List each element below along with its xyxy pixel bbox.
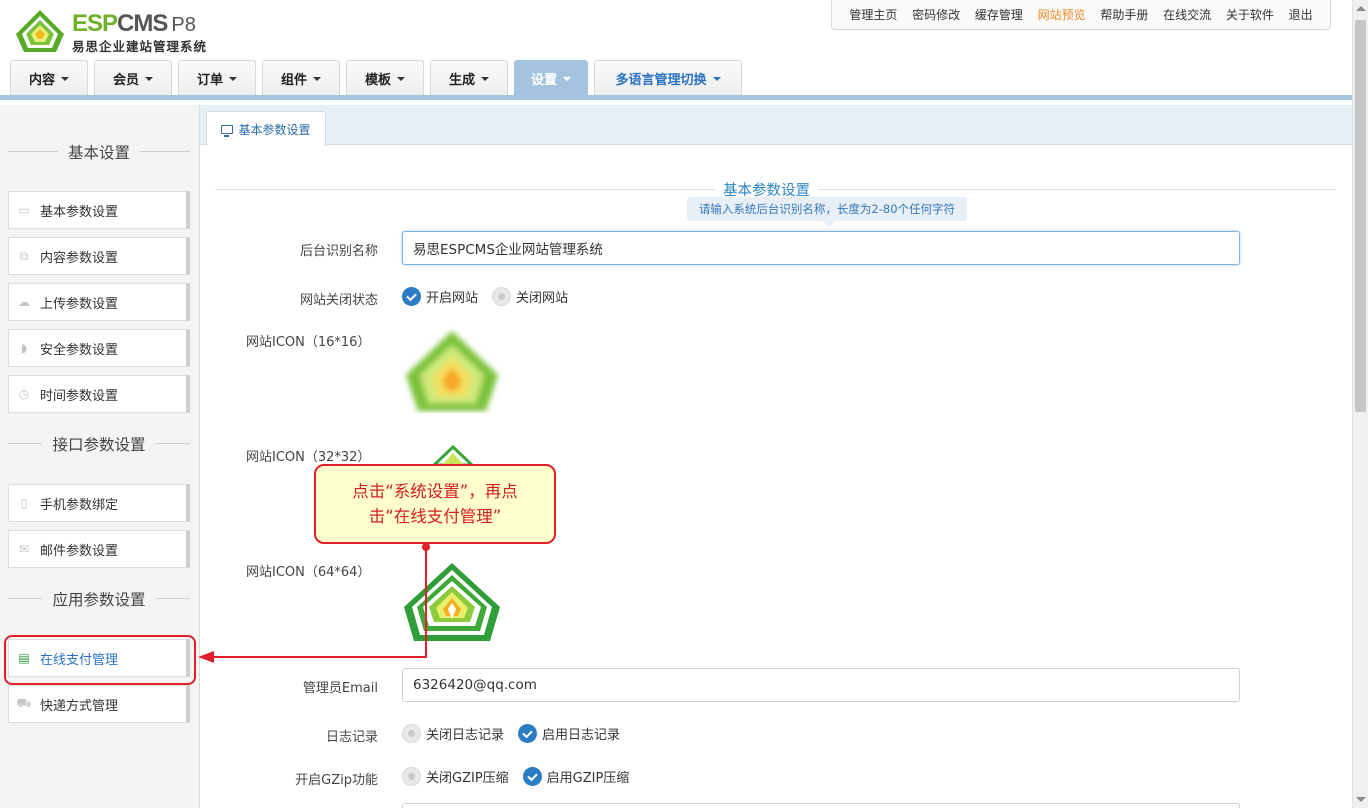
cloud-upload-icon: ☁ [18, 295, 30, 309]
site-icon-16-preview [406, 331, 498, 411]
nav-generate[interactable]: 生成 [430, 60, 508, 95]
sidebar-item-mobile-binding[interactable]: ▯ 手机参数绑定 [8, 484, 190, 522]
field-tooltip: 请输入系统后台识别名称，长度为2-80个任何字符 [687, 197, 967, 227]
radio-log-on[interactable]: 启用日志记录 [518, 724, 620, 743]
sidebar-group-basic: 基本设置 [8, 141, 190, 162]
label-admin-email: 管理员Email [302, 681, 378, 696]
nav-settings[interactable]: 设置 [514, 60, 588, 95]
toplink-home[interactable]: 管理主页 [849, 6, 897, 23]
radio-gzip-on[interactable]: 启用GZIP压缩 [522, 767, 629, 786]
scroll-thumb[interactable] [1355, 20, 1366, 412]
highlight-box [4, 635, 196, 685]
radio-log-off[interactable]: 关闭日志记录 [402, 724, 504, 743]
sidebar-group-interface: 接口参数设置 [8, 433, 190, 454]
sidebar-group-application: 应用参数设置 [8, 588, 190, 609]
page-scrollbar[interactable] [1352, 0, 1368, 808]
admin-email-input[interactable]: 6326420@qq.com [402, 668, 1240, 702]
clock-icon: ◷ [18, 387, 30, 401]
label-site-status: 网站关闭状态 [299, 293, 378, 308]
scroll-up-icon[interactable] [1356, 6, 1366, 11]
admin-name-input[interactable]: 易思ESPCMS企业网站管理系统 [402, 231, 1240, 265]
nav-language[interactable]: 多语言管理切换 [594, 60, 742, 95]
mobile-icon: ▯ [20, 496, 28, 510]
caret-down-icon [563, 77, 571, 81]
nav-content[interactable]: 内容 [10, 60, 88, 95]
log-radios: 关闭日志记录 启用日志记录 [402, 724, 634, 743]
toplink-logout[interactable]: 退出 [1289, 6, 1313, 23]
copy-icon: ⧉ [19, 248, 29, 263]
radio-checked-icon[interactable] [522, 767, 542, 786]
sidebar-item-basic-params[interactable]: ▭ 基本参数设置 [8, 191, 190, 229]
sidebar-item-content-params[interactable]: ⧉ 内容参数设置 [8, 237, 190, 275]
radio-unchecked-icon[interactable] [402, 724, 421, 743]
toplink-preview[interactable]: 网站预览 [1038, 6, 1086, 23]
toplink-help[interactable]: 帮助手册 [1100, 6, 1148, 23]
radio-unchecked-icon[interactable] [402, 767, 421, 786]
nav-component[interactable]: 组件 [262, 60, 340, 95]
envelope-icon: ✉ [18, 542, 30, 556]
next-field-input[interactable] [402, 803, 1240, 808]
logo-subtitle: 易思企业建站管理系统 [72, 39, 208, 54]
label-icon-32: 网站ICON（32*32） [246, 450, 371, 465]
main-content: 基本参数设置 基本参数设置 请输入系统后台识别名称，长度为2-80个任何字符 后… [200, 105, 1352, 808]
label-admin-name: 后台识别名称 [299, 244, 378, 259]
sidebar-item-upload-params[interactable]: ☁ 上传参数设置 [8, 283, 190, 321]
radio-site-open[interactable]: 开启网站 [402, 287, 478, 306]
header: ESPCMS P8 易思企业建站管理系统 管理主页 密码修改 缓存管理 网站预览 … [0, 0, 1352, 100]
callout-line-2: 击“在线支付管理” [368, 507, 502, 526]
radio-checked-icon[interactable] [402, 287, 421, 306]
sidebar-item-time-params[interactable]: ◷ 时间参数设置 [8, 375, 190, 413]
toplink-chat[interactable]: 在线交流 [1163, 6, 1211, 23]
nav-member[interactable]: 会员 [94, 60, 172, 95]
tab-basic-params[interactable]: 基本参数设置 [206, 111, 326, 146]
radio-gzip-off[interactable]: 关闭GZIP压缩 [402, 767, 509, 786]
instruction-callout: 点击“系统设置”，再点 击“在线支付管理” [314, 464, 556, 544]
radio-unchecked-icon[interactable] [492, 287, 512, 306]
site-icon-64-preview [404, 563, 500, 641]
nav-order[interactable]: 订单 [178, 60, 256, 95]
monitor-icon [221, 124, 234, 137]
caret-down-icon [481, 77, 489, 81]
top-links: 管理主页 密码修改 缓存管理 网站预览 帮助手册 在线交流 关于软件 退出 [831, 0, 1331, 30]
nav-template[interactable]: 模板 [346, 60, 424, 95]
label-log: 日志记录 [325, 730, 378, 745]
logo-title: ESPCMS P8 [72, 10, 196, 37]
label-gzip: 开启GZip功能 [295, 773, 378, 788]
caret-down-icon [397, 77, 405, 81]
truck-icon: ⛟ [16, 696, 32, 710]
toplink-cache[interactable]: 缓存管理 [975, 6, 1023, 23]
content-tabbar: 基本参数设置 [200, 105, 1352, 146]
sidebar-item-security-params[interactable]: ◗ 安全参数设置 [8, 329, 190, 367]
sidebar: 基本设置 ▭ 基本参数设置 ⧉ 内容参数设置 ☁ 上传参数设置 ◗ 安全参数设置 ◷ 时间… [0, 105, 200, 808]
gzip-radios: 关闭GZIP压缩 启用GZIP压缩 [402, 767, 643, 786]
toplink-password[interactable]: 密码修改 [912, 6, 960, 23]
sidebar-item-email-params[interactable]: ✉ 邮件参数设置 [8, 530, 190, 568]
sidebar-item-shipping[interactable]: ⛟ 快递方式管理 [8, 685, 190, 723]
caret-down-icon [712, 77, 721, 81]
radio-site-close[interactable]: 关闭网站 [492, 287, 568, 306]
caret-down-icon [61, 77, 69, 81]
caret-down-icon [229, 77, 237, 81]
radio-checked-icon[interactable] [518, 724, 538, 743]
caret-down-icon [145, 77, 153, 81]
toplink-about[interactable]: 关于软件 [1226, 6, 1274, 23]
logo-icon [16, 10, 64, 52]
site-status-radios: 开启网站 关闭网站 [402, 287, 582, 306]
monitor-icon: ▭ [18, 203, 30, 217]
callout-line-1: 点击“系统设置”，再点 [352, 482, 518, 501]
shield-icon: ◗ [20, 341, 28, 355]
logo[interactable]: ESPCMS P8 易思企业建站管理系统 [12, 6, 222, 54]
main-nav: 内容 会员 订单 组件 模板 生成 设置 多语言管理切换 [10, 60, 748, 95]
scroll-down-icon[interactable] [1356, 797, 1366, 802]
caret-down-icon [313, 77, 321, 81]
